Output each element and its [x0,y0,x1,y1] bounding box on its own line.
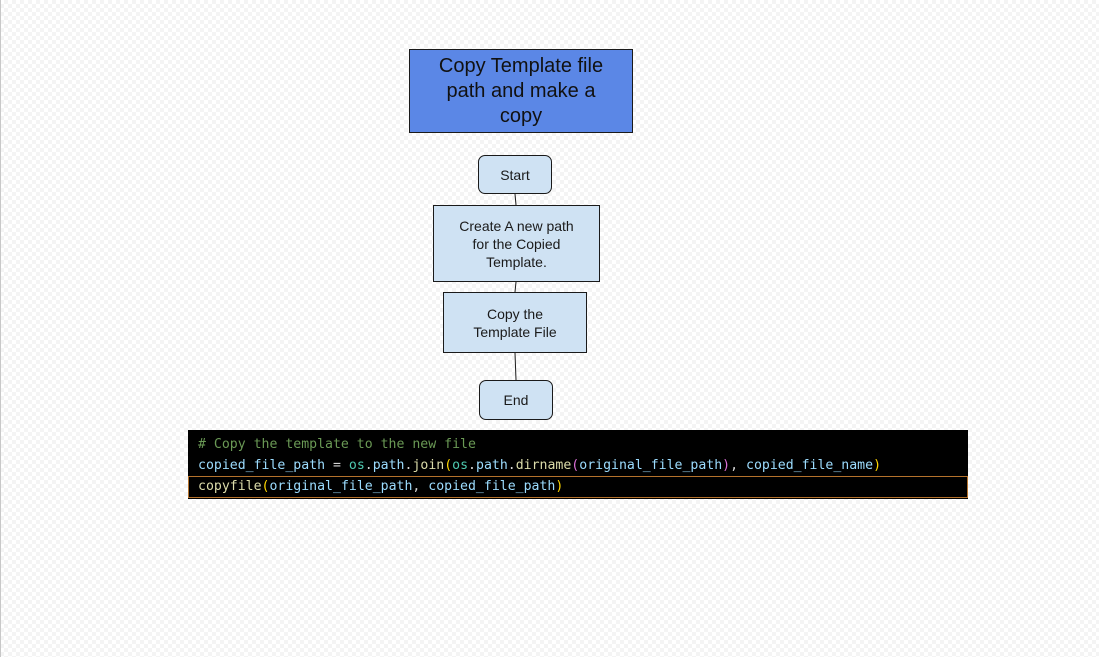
code-token-var: copied_file_name [746,458,874,473]
code-token-var: path [372,458,405,473]
connector-start-to-create [514,193,517,206]
code-token-var: original_file_path [269,479,413,494]
create-path-node-line: Create A new path [459,217,574,234]
code-snippet-panel[interactable]: # Copy the template to the new file copi… [188,430,968,499]
diagram-title-line: path and make a [446,79,596,102]
diagram-title-line: copy [499,104,543,127]
code-token-p1: ) [555,479,564,494]
copy-template-node[interactable]: Copy the Template File [443,292,587,353]
code-line-join: copied_file_path = os.path.join(os.path.… [188,455,968,476]
copy-template-node-line: Template File [473,323,557,340]
copy-template-node-line: Copy the [486,305,544,322]
code-token-mod: os [452,458,469,473]
code-token-p1: ) [873,458,882,473]
end-node[interactable]: End [479,380,553,420]
diagram-title-line: Copy Template file [438,54,604,77]
create-path-node[interactable]: Create A new path for the Copied Templat… [433,205,600,282]
code-token-op: . [364,458,373,473]
code-token-op: . [507,458,516,473]
code-line-comment: # Copy the template to the new file [188,434,968,455]
create-path-node-line: for the Copied [472,235,561,252]
code-token-op: , [412,479,429,494]
code-token-op: . [468,458,476,473]
start-node-label: Start [500,166,530,183]
code-token-func: join [412,458,445,473]
code-token-var: path [476,458,508,473]
diagram-title: Copy Template file path and make a copy [439,54,603,129]
code-token-comment: # Copy the template to the new file [198,437,476,452]
end-node-label: End [503,392,529,408]
code-token-func: dirname [515,458,572,473]
create-path-node-line: Template. [486,253,547,270]
code-token-mod: os [348,458,365,473]
code-token-p1: ( [444,458,453,473]
connector-copy-to-end [514,352,517,381]
code-token-op: , [730,458,747,473]
diagram-title-box[interactable]: Copy Template file path and make a copy [409,49,633,133]
code-token-p2: ) [722,458,731,473]
code-token-var: original_file_path [579,458,723,473]
copy-template-node-text: Copy the Template File [473,305,556,341]
create-path-node-text: Create A new path for the Copied Templat… [459,217,573,271]
connector-create-to-copy [514,281,517,293]
code-token-op: = [325,458,349,473]
code-line-copyfile: copyfile(original_file_path, copied_file… [188,476,968,498]
code-token-var: copied_file_path [198,458,326,473]
code-token-var: copied_file_path [428,479,556,494]
start-node[interactable]: Start [478,155,552,194]
code-token-func: copyfile [198,479,262,494]
